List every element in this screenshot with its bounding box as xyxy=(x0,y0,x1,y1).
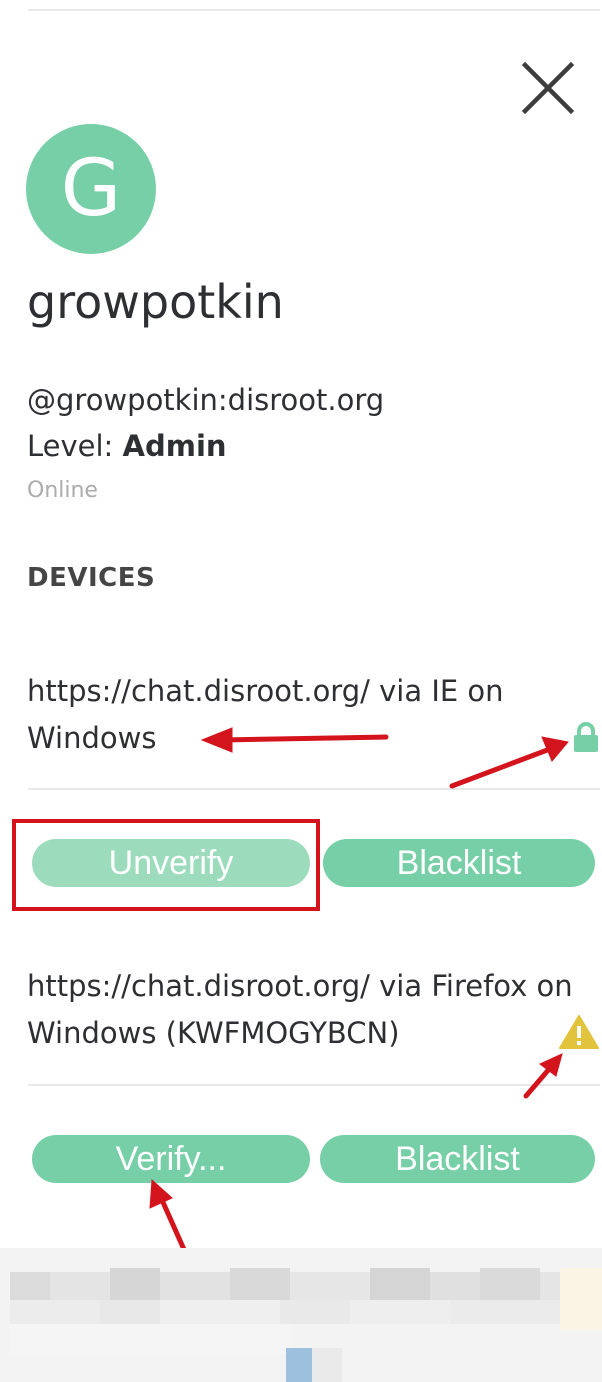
power-level: Level: Admin xyxy=(27,426,227,466)
top-divider xyxy=(28,9,600,11)
pixelated-region xyxy=(0,1248,602,1382)
blacklist-button[interactable]: Blacklist xyxy=(323,839,595,887)
user-id: @growpotkin:disroot.org xyxy=(27,383,385,417)
verify-button[interactable]: Verify... xyxy=(32,1135,310,1183)
power-level-label: Level: xyxy=(27,429,123,463)
presence-status: Online xyxy=(27,478,98,503)
arrow-to-warning-icon xyxy=(523,1065,553,1099)
power-level-value: Admin xyxy=(122,429,227,463)
arrow-head xyxy=(149,1178,173,1209)
device-divider xyxy=(28,788,600,790)
device-name: https://chat.disroot.org/ via IE on Wind… xyxy=(27,674,504,755)
close-button[interactable] xyxy=(520,60,576,116)
arrow-to-verify-button xyxy=(159,1197,189,1257)
annotation-highlight-box xyxy=(12,819,320,911)
warning-icon xyxy=(558,1014,600,1054)
device-name: https://chat.disroot.org/ via Firefox on… xyxy=(27,969,573,1050)
arrow-head xyxy=(539,1053,563,1077)
close-icon xyxy=(521,61,575,115)
blacklist-button[interactable]: Blacklist xyxy=(320,1135,595,1183)
display-name: growpotkin xyxy=(27,275,284,329)
device-divider xyxy=(28,1084,600,1086)
devices-heading: DEVICES xyxy=(27,563,156,593)
avatar[interactable]: G xyxy=(26,124,156,254)
lock-icon xyxy=(572,722,600,758)
